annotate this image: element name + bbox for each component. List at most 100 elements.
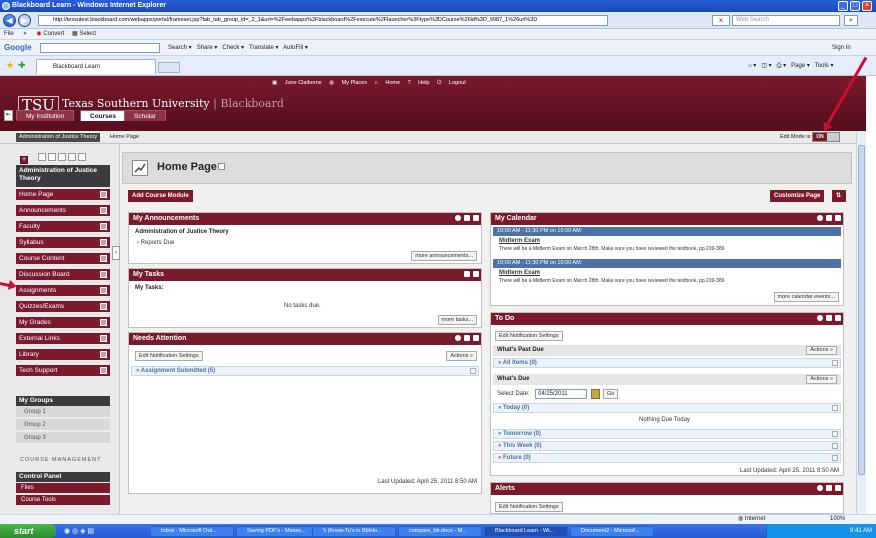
item-options-icon[interactable]: [100, 271, 107, 278]
sidebar-item-announcements[interactable]: Announcements: [16, 205, 110, 217]
sidebar-item-assignments[interactable]: Assignments: [16, 285, 110, 297]
edit-notification-settings-button[interactable]: Edit Notification Settings: [135, 351, 203, 361]
menu-more[interactable]: »: [23, 31, 26, 37]
module-close-icon[interactable]: [835, 215, 841, 221]
reorder-icon[interactable]: [58, 153, 66, 161]
module-edit-icon[interactable]: [817, 315, 823, 321]
control-panel-header[interactable]: Control Panel: [16, 472, 110, 482]
google-search-button[interactable]: Search: [168, 45, 187, 51]
module-close-icon[interactable]: [473, 271, 479, 277]
tab-courses[interactable]: Courses: [80, 110, 127, 121]
taskbar-item[interactable]: \\ (Know-To's in Bb\Ho...: [312, 526, 396, 537]
tray-clock[interactable]: 9:41 AM: [850, 528, 872, 534]
taskbar-item[interactable]: Blackboard Learn - Wi...: [484, 526, 568, 537]
sidebar-item-my-grades[interactable]: My Grades: [16, 317, 110, 329]
reorder-modules-icon[interactable]: ⇅: [832, 190, 846, 202]
sidebar-item-course-content[interactable]: Course Content: [16, 253, 110, 265]
list-view-icon[interactable]: [48, 153, 56, 161]
user-name[interactable]: June Claiborne: [285, 80, 322, 86]
manage-icon[interactable]: [78, 153, 86, 161]
taskbar-item[interactable]: Saving PDF's - Messe...: [236, 526, 320, 537]
logout-link[interactable]: Logout: [449, 80, 466, 86]
module-minimize-icon[interactable]: [464, 215, 470, 221]
item-options-icon[interactable]: [100, 319, 107, 326]
group-item[interactable]: Group 3: [16, 432, 110, 444]
browser-tab[interactable]: Blackboard Learn: [36, 59, 156, 74]
sidebar-item-external-links[interactable]: External Links: [16, 333, 110, 345]
module-minimize-icon[interactable]: [464, 271, 470, 277]
help-link[interactable]: Help: [418, 80, 429, 86]
whats-due-actions-button[interactable]: Actions »: [806, 375, 837, 384]
item-options-icon[interactable]: [100, 191, 107, 198]
web-search-input[interactable]: Web Search: [732, 15, 840, 26]
module-minimize-icon[interactable]: [826, 485, 832, 491]
item-options-icon[interactable]: [100, 287, 107, 294]
zoom-level[interactable]: 100%: [830, 514, 845, 524]
more-tasks-button[interactable]: more tasks...: [437, 315, 477, 325]
module-minimize-icon[interactable]: [826, 215, 832, 221]
taskbar-item[interactable]: Document2 - Microsof...: [570, 526, 654, 537]
favorites-star-icon[interactable]: ★: [6, 60, 14, 71]
past-due-actions-button[interactable]: Actions »: [806, 346, 837, 355]
page-options-icon[interactable]: [218, 163, 225, 170]
google-share-button[interactable]: Share: [197, 45, 213, 51]
module-edit-icon[interactable]: [817, 485, 823, 491]
more-calendar-events-button[interactable]: more calendar events...: [773, 292, 839, 302]
sidebar-item-faculty[interactable]: Faculty: [16, 221, 110, 233]
refresh-icon[interactable]: [68, 153, 76, 161]
taskbar-item[interactable]: Inbox - Microsoft Out...: [150, 526, 234, 537]
stop-icon[interactable]: ×: [712, 15, 730, 26]
module-close-icon[interactable]: [835, 315, 841, 321]
module-edit-icon[interactable]: [455, 215, 461, 221]
minimize-icon[interactable]: _: [838, 1, 848, 11]
this-week-row[interactable]: » This Week (0): [493, 441, 841, 451]
edit-notification-settings-button[interactable]: Edit Notification Settings: [495, 331, 563, 341]
add-course-module-button[interactable]: Add Course Module: [128, 190, 193, 202]
quick-launch-icons[interactable]: ◉ ◎ ◈ ▤: [64, 527, 94, 536]
home-link[interactable]: Home: [385, 80, 400, 86]
module-edit-icon[interactable]: [817, 215, 823, 221]
scrollbar-thumb[interactable]: [858, 145, 865, 475]
google-check-button[interactable]: Check: [222, 45, 239, 51]
add-menu-item-icon[interactable]: +: [20, 156, 28, 164]
module-minimize-icon[interactable]: [464, 335, 470, 341]
calendar-event-link[interactable]: Midterm Exam: [499, 270, 540, 276]
row-options-icon[interactable]: [832, 360, 838, 366]
future-row[interactable]: » Future (0): [493, 453, 841, 463]
module-close-icon[interactable]: [835, 485, 841, 491]
item-options-icon[interactable]: [100, 351, 107, 358]
sidebar-item-syllabus[interactable]: Syllabus: [16, 237, 110, 249]
item-options-icon[interactable]: [100, 367, 107, 374]
my-groups-header[interactable]: My Groups: [16, 396, 110, 406]
sidebar-item-discussion-board[interactable]: Discussion Board: [16, 269, 110, 281]
new-tab-button[interactable]: [158, 62, 180, 73]
start-button[interactable]: start: [0, 524, 56, 538]
google-autofill-button[interactable]: AutoFill: [283, 45, 303, 51]
tab-my-institution[interactable]: My Institution: [16, 110, 75, 121]
row-options-icon[interactable]: [832, 431, 838, 437]
group-item[interactable]: Group 1: [16, 406, 110, 418]
customize-page-button[interactable]: Customize Page: [770, 190, 825, 202]
module-close-icon[interactable]: [473, 335, 479, 341]
close-icon[interactable]: ×: [862, 1, 872, 11]
all-items-row[interactable]: » All Items (0): [493, 358, 841, 368]
back-icon[interactable]: ◀: [3, 14, 16, 27]
assignment-submitted-row[interactable]: » Assignment Submitted (5): [131, 366, 479, 376]
tab-scholar[interactable]: Scholar: [124, 110, 167, 121]
add-favorite-icon[interactable]: ✚: [18, 60, 26, 71]
sidebar-item-library[interactable]: Library: [16, 349, 110, 361]
google-signin[interactable]: Sign In: [832, 42, 851, 54]
tomorrow-row[interactable]: » Tomorrow (0): [493, 429, 841, 439]
folder-view-icon[interactable]: [38, 153, 46, 161]
item-options-icon[interactable]: [100, 207, 107, 214]
announcement-item[interactable]: › Reports Due: [137, 240, 174, 246]
menu-select[interactable]: Select: [79, 31, 96, 37]
sidebar-item-quizzes-exams[interactable]: Quizzes/Exams: [16, 301, 110, 313]
search-icon[interactable]: ⌕: [844, 15, 858, 26]
breadcrumb-course[interactable]: Administration of Justice Theory: [16, 133, 101, 142]
google-translate-button[interactable]: Translate: [249, 45, 274, 51]
module-minimize-icon[interactable]: [826, 315, 832, 321]
module-close-icon[interactable]: [473, 215, 479, 221]
maximize-icon[interactable]: □: [850, 1, 860, 11]
collapse-menu-handle[interactable]: ‹: [112, 246, 120, 260]
